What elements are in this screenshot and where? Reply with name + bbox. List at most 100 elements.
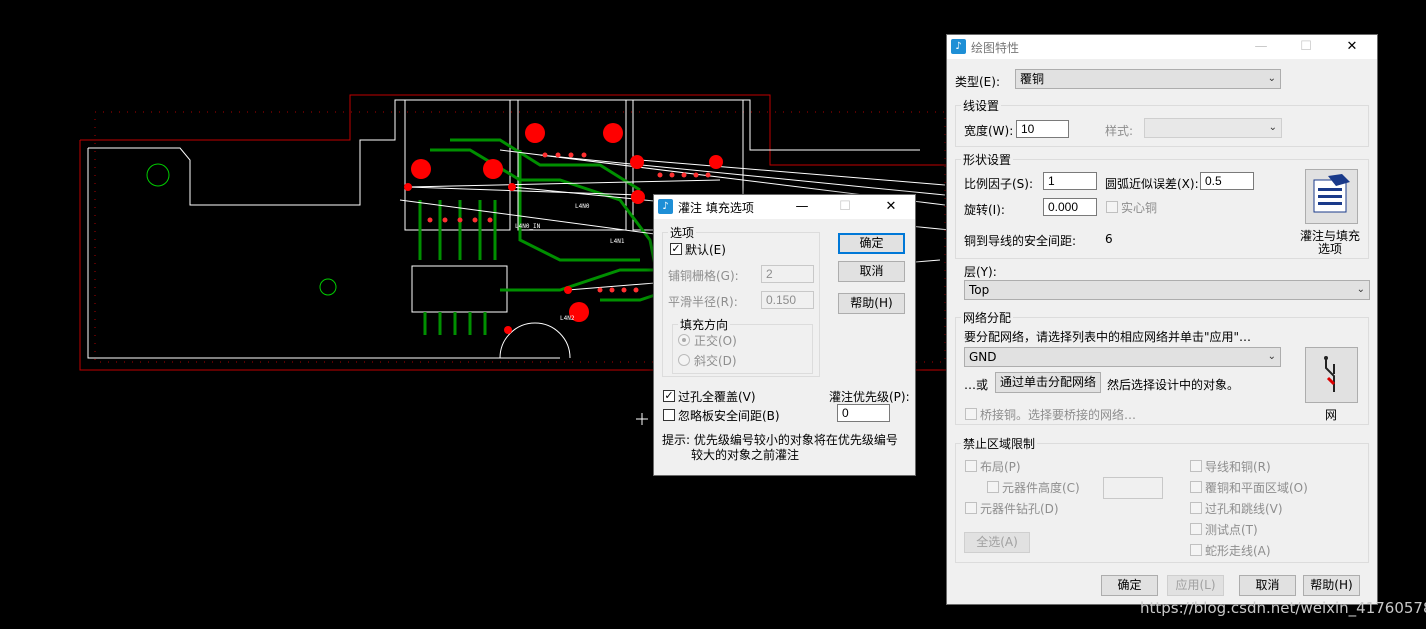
assign-after-label: 然后选择设计中的对象。 xyxy=(1107,378,1240,392)
ignore-clearance-label: 忽略板安全间距(B) xyxy=(678,409,780,423)
app-icon: ♪ xyxy=(658,199,673,214)
keepout-testpoint-label: 测试点(T) xyxy=(1205,523,1258,537)
keepout-trace-label: 导线和铜(R) xyxy=(1205,460,1271,474)
solid-copper-checkbox[interactable] xyxy=(1106,201,1118,213)
white-outline xyxy=(88,99,920,206)
keepout-serpentine-checkbox[interactable] xyxy=(1190,544,1202,556)
bridge-label: 桥接铜。选择要桥接的网络… xyxy=(980,408,1137,422)
radius-label: 平滑半径(R): xyxy=(668,295,738,309)
silk-label: L4N0 xyxy=(575,203,590,210)
minimize-button[interactable]: — xyxy=(787,197,817,217)
arc-label: 圆弧近似误差(X): xyxy=(1105,177,1199,191)
app-icon: ♪ xyxy=(951,39,966,54)
width-input[interactable] xyxy=(1016,120,1069,138)
watermark: https://blog.csdn.net/weixin_41760578 xyxy=(1140,599,1426,617)
keepout-placement-checkbox[interactable] xyxy=(965,460,977,472)
radius-input[interactable] xyxy=(761,291,814,309)
main-help-button[interactable]: 帮助(H) xyxy=(1303,575,1360,596)
fill-dialog-title: 灌注 填充选项 xyxy=(678,201,754,215)
main-cancel-button[interactable]: 取消 xyxy=(1239,575,1296,596)
scale-input[interactable] xyxy=(1043,172,1097,190)
keepout-via-label: 过孔和跳线(V) xyxy=(1205,502,1283,516)
layer-value: Top xyxy=(969,283,990,297)
keepout-height-label: 元器件高度(C) xyxy=(1002,481,1080,495)
bridge-checkbox[interactable] xyxy=(965,408,977,420)
close-button[interactable]: ✕ xyxy=(876,197,906,217)
chevron-down-icon: ⌄ xyxy=(1268,122,1277,133)
net-button[interactable] xyxy=(1305,347,1358,403)
fill-ok-button[interactable]: 确定 xyxy=(838,233,905,254)
fill-options-dialog: ♪ 灌注 填充选项 — ☐ ✕ 选项 ✓ 默认(E) 铺铜栅格(G): 平滑半径… xyxy=(653,194,916,476)
solid-copper-label: 实心铜 xyxy=(1121,201,1158,215)
maximize-button[interactable]: ☐ xyxy=(1291,37,1321,57)
fill-dialog-titlebar[interactable]: ♪ 灌注 填充选项 — ☐ ✕ xyxy=(654,195,915,219)
fill-options-button[interactable] xyxy=(1305,169,1358,224)
ignore-clearance-checkbox[interactable] xyxy=(663,409,675,421)
width-label: 宽度(W): xyxy=(964,124,1014,138)
keepout-via-checkbox[interactable] xyxy=(1190,502,1202,514)
main-ok-button[interactable]: 确定 xyxy=(1101,575,1158,596)
fill-options-label-2: 选项 xyxy=(1318,242,1343,256)
minimize-button[interactable]: — xyxy=(1246,37,1276,57)
direction-group-label: 填充方向 xyxy=(678,316,731,333)
main-dialog-title: 绘图特性 xyxy=(971,41,1020,55)
type-label: 类型(E): xyxy=(955,75,1000,89)
assign-net-button[interactable]: 通过单击分配网络 xyxy=(995,372,1101,393)
chevron-down-icon: ⌄ xyxy=(1356,284,1365,295)
or-label: …或 xyxy=(964,378,989,392)
diag-radio[interactable] xyxy=(678,354,690,366)
hint-line-2: 较大的对象之前灌注 xyxy=(691,448,800,462)
via-cover-label: 过孔全覆盖(V) xyxy=(678,390,756,404)
ortho-radio[interactable] xyxy=(678,334,690,346)
keepout-placement-label: 布局(P) xyxy=(980,460,1021,474)
silk-label: L4N0_IN xyxy=(515,223,541,230)
close-button[interactable]: ✕ xyxy=(1337,37,1367,57)
select-all-button[interactable]: 全选(A) xyxy=(964,532,1030,553)
rotate-input[interactable] xyxy=(1043,198,1097,216)
keepout-pour-checkbox[interactable] xyxy=(1190,481,1202,493)
chevron-down-icon: ⌄ xyxy=(1267,73,1276,84)
line-group-label: 线设置 xyxy=(961,97,1002,114)
default-checkbox[interactable]: ✓ xyxy=(670,243,682,255)
style-label: 样式: xyxy=(1105,124,1134,138)
keepout-drill-label: 元器件钻孔(D) xyxy=(980,502,1059,516)
keepout-pour-label: 覆铜和平面区域(O) xyxy=(1205,481,1308,495)
fill-help-button[interactable]: 帮助(H) xyxy=(838,293,905,314)
main-dialog-titlebar[interactable]: ♪ 绘图特性 — ☐ ✕ xyxy=(947,35,1377,59)
default-label: 默认(E) xyxy=(685,243,726,257)
drawing-properties-dialog: ♪ 绘图特性 — ☐ ✕ 类型(E): 覆铜 ⌄ 线设置 宽度(W): 样式: … xyxy=(946,34,1378,605)
fill-options-icon xyxy=(1313,174,1350,213)
grid-input[interactable] xyxy=(761,265,814,283)
style-select[interactable]: ⌄ xyxy=(1144,118,1282,138)
fill-cancel-button[interactable]: 取消 xyxy=(838,261,905,282)
net-select[interactable]: GND ⌄ xyxy=(964,347,1281,367)
apply-button[interactable]: 应用(L) xyxy=(1167,575,1224,596)
chevron-down-icon: ⌄ xyxy=(1267,351,1276,362)
priority-input[interactable] xyxy=(837,404,890,422)
layer-select[interactable]: Top ⌄ xyxy=(964,280,1370,300)
maximize-button[interactable]: ☐ xyxy=(830,197,860,217)
net-icon xyxy=(1324,356,1336,392)
clearance-label: 铜到导线的安全间距: xyxy=(964,234,1077,248)
layer-label: 层(Y): xyxy=(964,265,997,279)
keepout-height-checkbox[interactable] xyxy=(987,481,999,493)
keepout-height-input[interactable] xyxy=(1103,477,1163,499)
silk-label: L4N2 xyxy=(560,315,575,322)
via-cover-checkbox[interactable]: ✓ xyxy=(663,390,675,402)
net-value: GND xyxy=(969,350,997,364)
grid-label: 铺铜栅格(G): xyxy=(668,269,739,283)
ortho-label: 正交(O) xyxy=(694,334,737,348)
keepout-trace-checkbox[interactable] xyxy=(1190,460,1202,472)
type-select[interactable]: 覆铜 ⌄ xyxy=(1015,69,1281,89)
arc-input[interactable] xyxy=(1200,172,1254,190)
net-button-label: 网 xyxy=(1325,408,1338,422)
priority-label: 灌注优先级(P): xyxy=(829,390,910,404)
keepout-drill-checkbox[interactable] xyxy=(965,502,977,514)
keepout-testpoint-checkbox[interactable] xyxy=(1190,523,1202,535)
keepout-group-label: 禁止区域限制 xyxy=(961,435,1038,452)
options-group-label: 选项 xyxy=(668,224,697,241)
silk-label: L4N1 xyxy=(610,238,625,245)
scale-label: 比例因子(S): xyxy=(964,177,1034,191)
rotate-label: 旋转(I): xyxy=(964,203,1005,217)
net-group-label: 网络分配 xyxy=(961,309,1014,326)
